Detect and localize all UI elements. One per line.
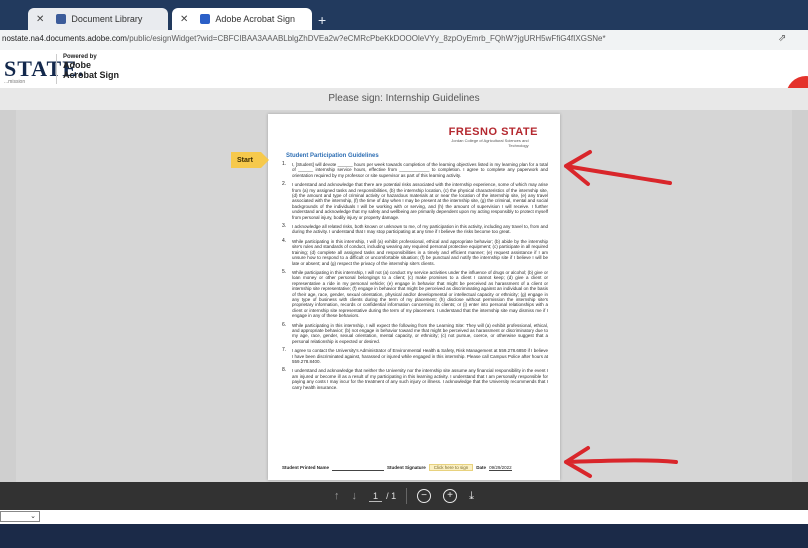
signature-field[interactable]: Click here to sign <box>428 464 474 471</box>
college-name: Jordan College of Agricultural Sciences … <box>451 138 529 148</box>
powered-by-adobe: Powered by Adobe Acrobat Sign <box>56 54 119 84</box>
document-library-favicon <box>56 14 67 24</box>
guideline-item: 4. While participating in this internshi… <box>282 237 549 266</box>
share-icon[interactable]: ⇗ <box>778 33 786 44</box>
document-title: Please sign: Internship Guidelines <box>328 93 480 104</box>
date-label: Date <box>476 465 487 470</box>
previous-page-icon[interactable]: ↑ <box>334 490 340 502</box>
guideline-item: 1. I, [Student] will devote ______ hours… <box>282 161 548 178</box>
page-header: STATE. ...mission Powered by Adobe Acrob… <box>0 50 808 116</box>
new-tab-icon[interactable]: + <box>318 12 326 28</box>
guideline-item: 6. While participating in this internshi… <box>282 321 548 344</box>
tab-document-library[interactable]: ✕ Document Library <box>28 8 168 30</box>
guidelines-list: 1. I, [Student] will devote ______ hours… <box>282 161 549 394</box>
page-indicator: 1 / 1 <box>369 491 396 502</box>
tab-label: Document Library <box>71 14 143 24</box>
close-tab-icon[interactable]: ✕ <box>36 14 44 25</box>
printed-name-field[interactable] <box>332 465 385 471</box>
address-bar[interactable]: nostate.na4.documents.adobe.com/public/e… <box>0 30 808 51</box>
zoom-out-icon[interactable]: − <box>417 489 432 503</box>
download-icon[interactable]: ⤓ <box>469 490 474 503</box>
page-footer <box>0 524 808 548</box>
language-select[interactable]: ⌄ <box>0 511 40 522</box>
close-tab-icon[interactable]: ✕ <box>180 14 188 25</box>
document-page: FRESNO STATE Jordan College of Agricultu… <box>268 114 560 480</box>
next-page-icon[interactable]: ↓ <box>352 490 358 502</box>
start-label: Start <box>237 156 253 164</box>
logo-subtext: ...mission <box>4 79 26 85</box>
brand-line-1: Adobe <box>63 60 91 70</box>
adobe-sign-favicon <box>200 14 211 24</box>
guideline-item: 7. I agree to contact the University's A… <box>282 347 548 364</box>
guideline-item: 8. I understand and acknowledge that nei… <box>282 367 548 390</box>
toolbar-divider <box>406 488 408 504</box>
guideline-item: 5. While participating in this internshi… <box>282 268 548 319</box>
guideline-item: 3. I acknowledge all related risks, both… <box>282 223 548 235</box>
signature-label: Student Signature <box>387 465 426 470</box>
document-heading: Student Participation Guidelines <box>286 153 379 159</box>
bottom-options-bar: ⌄ <box>0 510 808 524</box>
tab-label: Adobe Acrobat Sign <box>215 14 295 24</box>
document-viewer[interactable]: FRESNO STATE Jordan College of Agricultu… <box>0 110 808 482</box>
tab-adobe-acrobat-sign[interactable]: ✕ Adobe Acrobat Sign <box>172 8 312 30</box>
viewer-toolbar: ↑ ↓ 1 / 1 − + ⤓ <box>0 482 808 510</box>
brand-line-2: Acrobat Sign <box>63 70 120 80</box>
left-gutter <box>0 110 16 482</box>
document-title-bar: Please sign: Internship Guidelines <box>0 88 808 111</box>
signature-row: Student Printed Name Student Signature C… <box>282 464 548 471</box>
date-field[interactable]: 09/29/2022 <box>489 465 512 471</box>
start-signing-button[interactable]: Start <box>231 152 269 168</box>
total-pages: / 1 <box>386 491 397 501</box>
zoom-in-icon[interactable]: + <box>443 489 458 503</box>
university-name: FRESNO STATE <box>448 126 538 138</box>
right-gutter <box>792 110 808 482</box>
university-letterhead: FRESNO STATE Jordan College of Agricultu… <box>449 126 538 148</box>
current-page-input[interactable]: 1 <box>369 491 383 502</box>
url-text[interactable]: nostate.na4.documents.adobe.com/public/e… <box>2 34 772 43</box>
browser-tab-strip: ✕ Document Library ✕ Adobe Acrobat Sign … <box>0 0 808 30</box>
guideline-item: 2. I understand and acknowledge that the… <box>282 181 548 220</box>
printed-name-label: Student Printed Name <box>282 465 330 470</box>
